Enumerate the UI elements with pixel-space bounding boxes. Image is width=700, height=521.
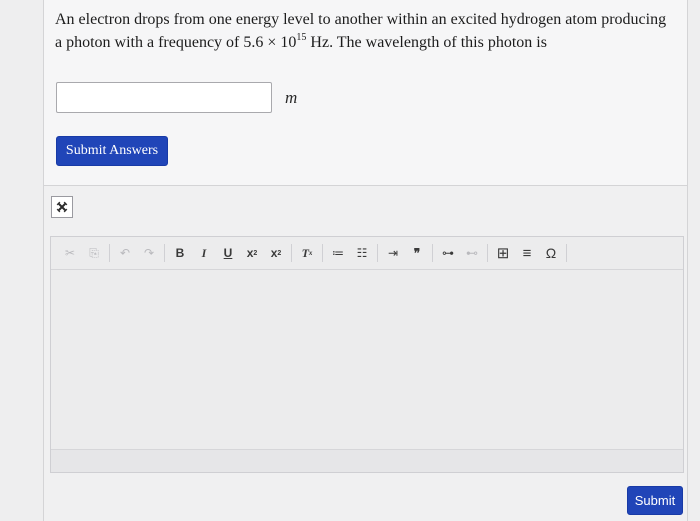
subscript-button[interactable]: x2	[243, 243, 261, 263]
bulleted-list-icon[interactable]: ☷	[353, 243, 371, 263]
editor-status-bar	[51, 449, 683, 472]
toolbar-separator	[322, 244, 323, 262]
unit-label: m	[285, 88, 298, 107]
link-icon[interactable]: ⊶	[439, 243, 457, 263]
copy-icon[interactable]: ⎘	[85, 243, 103, 263]
toolbar-separator	[487, 244, 488, 262]
answer-input[interactable]	[56, 82, 272, 113]
special-character-icon[interactable]: Ω	[542, 243, 560, 263]
blockquote-icon[interactable]: ❞	[408, 243, 426, 263]
question-line-1: An electron drops from one energy level …	[55, 11, 667, 28]
italic-button[interactable]: I	[195, 243, 213, 263]
numbered-list-icon[interactable]: ≔	[329, 243, 347, 263]
toolbar-separator	[291, 244, 292, 262]
undo-icon[interactable]: ↶	[116, 243, 134, 263]
toolbar-separator	[432, 244, 433, 262]
question-panel: An electron drops from one energy level …	[43, 0, 688, 186]
question-line-2-suffix: Hz. The wavelength of this photon is	[306, 34, 547, 51]
question-text: An electron drops from one energy level …	[55, 8, 685, 54]
horizontal-line-icon[interactable]: ≡	[518, 243, 536, 263]
bold-button[interactable]: B	[171, 243, 189, 263]
close-icon[interactable]	[51, 196, 73, 218]
submit-answers-button[interactable]: Submit Answers	[56, 136, 168, 166]
submit-button[interactable]: Submit	[627, 486, 683, 515]
question-exponent: 15	[296, 32, 307, 43]
unlink-icon[interactable]: ⊷	[463, 243, 481, 263]
toolbar-separator	[109, 244, 110, 262]
editor-toolbar: ✂ ⎘ ↶ ↷ B I U x2 x2 Tx ≔ ☷ ⇥ ❞ ⊶ ⊷ ⊞ ≡ Ω	[51, 237, 683, 270]
superscript-button[interactable]: x2	[267, 243, 285, 263]
subscript-glyph: x	[246, 246, 254, 260]
cut-icon[interactable]: ✂	[61, 243, 79, 263]
rich-text-editor: ✂ ⎘ ↶ ↷ B I U x2 x2 Tx ≔ ☷ ⇥ ❞ ⊶ ⊷ ⊞ ≡ Ω	[50, 236, 684, 473]
table-icon[interactable]: ⊞	[494, 243, 512, 263]
underline-button[interactable]: U	[219, 243, 237, 263]
remove-format-icon[interactable]: Tx	[298, 243, 316, 263]
toolbar-separator	[164, 244, 165, 262]
page: An electron drops from one energy level …	[0, 0, 700, 521]
response-section: ✂ ⎘ ↶ ↷ B I U x2 x2 Tx ≔ ☷ ⇥ ❞ ⊶ ⊷ ⊞ ≡ Ω…	[43, 186, 688, 521]
toolbar-separator	[377, 244, 378, 262]
indent-icon[interactable]: ⇥	[384, 243, 402, 263]
question-line-2-prefix: a photon with a frequency of 5.6 × 10	[55, 34, 297, 51]
redo-icon[interactable]: ↷	[140, 243, 158, 263]
editor-text-area[interactable]	[51, 271, 683, 450]
superscript-glyph: x	[270, 246, 278, 260]
toolbar-separator	[566, 244, 567, 262]
remove-format-glyph: T	[301, 245, 309, 260]
